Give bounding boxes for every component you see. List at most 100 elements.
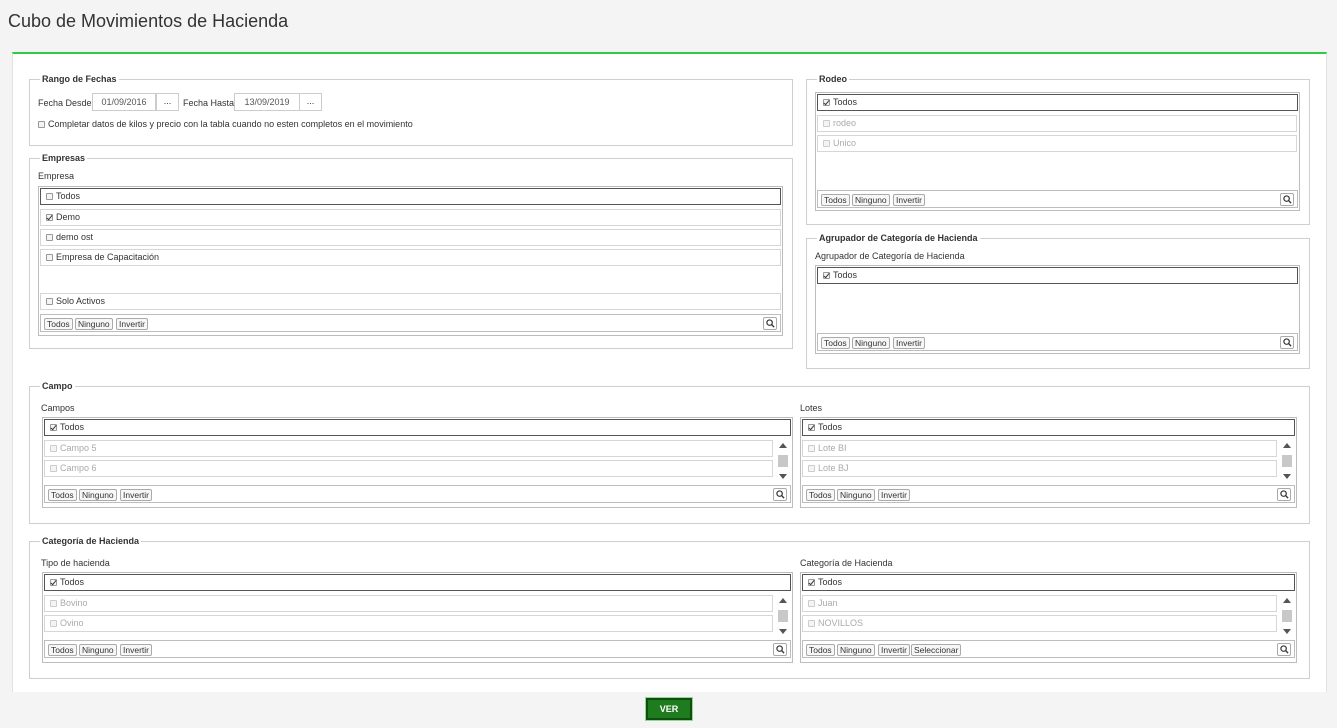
fecha-hasta-input[interactable]: 13/09/2019 [234,93,300,111]
categoria-todos-checkbox[interactable] [808,579,815,587]
categoria-hacienda-scrollbar[interactable] [1281,595,1293,637]
scroll-thumb[interactable] [778,455,788,467]
rodeo-todos-checkbox[interactable] [823,99,830,107]
empresa-demo-ost-checkbox[interactable] [46,234,53,242]
rodeo-invertir-button[interactable]: Invertir [893,194,925,206]
list-item[interactable]: Demo [40,209,781,226]
campos-invertir-button[interactable]: Invertir [120,489,152,501]
lotes-todos-option[interactable]: Todos [802,419,1295,436]
campos-todos-checkbox[interactable] [50,424,57,432]
search-icon [1280,490,1289,499]
campos-search-button[interactable] [773,488,787,501]
list-item[interactable]: Lote BI [802,440,1277,457]
categoria-todos-option[interactable]: Todos [802,574,1295,591]
bovino-checkbox[interactable] [50,600,57,608]
rodeo-search-button[interactable] [1280,193,1294,206]
rodeo-rodeo-label: rodeo [833,118,857,128]
list-item[interactable]: Unico [817,135,1297,152]
categoria-todos-button[interactable]: Todos [806,644,835,656]
tipo-hacienda-scrollbar[interactable] [777,595,789,637]
empresa-capacitacion-checkbox[interactable] [46,254,53,262]
scroll-thumb[interactable] [778,610,788,622]
lotes-todos-checkbox[interactable] [808,424,815,432]
lote-bj-checkbox[interactable] [808,465,815,473]
juan-checkbox[interactable] [808,600,815,608]
campo-5-checkbox[interactable] [50,445,57,453]
empresa-search-button[interactable] [763,317,777,330]
list-item[interactable]: Ovino [44,615,773,632]
ovino-checkbox[interactable] [50,620,57,628]
scroll-thumb[interactable] [1282,455,1292,467]
scroll-up-icon[interactable] [779,443,787,448]
solo-activos-option[interactable]: Solo Activos [40,293,781,310]
lotes-scrollbar[interactable] [1281,440,1293,482]
agrupador-todos-checkbox[interactable] [823,272,830,280]
fecha-desde-picker-button[interactable]: ... [156,93,179,111]
ovino-label: Ovino [60,618,84,628]
categoria-ninguno-button[interactable]: Ninguno [837,644,875,656]
tipo-todos-button[interactable]: Todos [48,644,77,656]
list-item[interactable]: Juan [802,595,1277,612]
list-item[interactable]: rodeo [817,115,1297,132]
list-item[interactable]: NOVILLOS [802,615,1277,632]
categoria-search-button[interactable] [1277,643,1291,656]
list-item[interactable]: demo ost [40,229,781,246]
empresa-invertir-button[interactable]: Invertir [116,318,148,330]
rodeo-todos-button[interactable]: Todos [821,194,850,206]
tipo-todos-option[interactable]: Todos [44,574,791,591]
scroll-down-icon[interactable] [1283,629,1291,634]
lotes-ninguno-button[interactable]: Ninguno [837,489,875,501]
list-item[interactable]: Bovino [44,595,773,612]
lote-bi-checkbox[interactable] [808,445,815,453]
agrupador-invertir-button[interactable]: Invertir [893,337,925,349]
completar-datos-checkbox[interactable] [38,121,45,129]
rodeo-ninguno-button[interactable]: Ninguno [852,194,890,206]
agrupador-ninguno-button[interactable]: Ninguno [852,337,890,349]
fecha-hasta-picker-button[interactable]: ... [299,93,322,111]
empresa-todos-button[interactable]: Todos [44,318,73,330]
campos-scrollbar[interactable] [777,440,789,482]
lotes-todos-button[interactable]: Todos [806,489,835,501]
novillos-checkbox[interactable] [808,620,815,628]
agrupador-todos-button[interactable]: Todos [821,337,850,349]
scroll-up-icon[interactable] [779,598,787,603]
rodeo-unico-checkbox[interactable] [823,140,830,148]
search-icon [1283,195,1292,204]
scroll-up-icon[interactable] [1283,443,1291,448]
search-icon [766,319,775,328]
scroll-down-icon[interactable] [779,474,787,479]
scroll-up-icon[interactable] [1283,598,1291,603]
campos-todos-button[interactable]: Todos [48,489,77,501]
campo-6-checkbox[interactable] [50,465,57,473]
lotes-invertir-button[interactable]: Invertir [878,489,910,501]
agrupador-todos-option[interactable]: Todos [817,267,1298,284]
scroll-down-icon[interactable] [779,629,787,634]
empresa-todos-checkbox[interactable] [46,193,53,201]
empresa-todos-option[interactable]: Todos [40,188,781,205]
tipo-ninguno-button[interactable]: Ninguno [79,644,117,656]
list-item[interactable]: Empresa de Capacitación [40,249,781,266]
tipo-search-button[interactable] [773,643,787,656]
fecha-desde-input[interactable]: 01/09/2016 [92,93,156,111]
list-item[interactable]: Lote BJ [802,460,1277,477]
lotes-search-button[interactable] [1277,488,1291,501]
tipo-invertir-button[interactable]: Invertir [120,644,152,656]
fecha-hasta-label: Fecha Hasta [183,98,235,108]
tipo-todos-checkbox[interactable] [50,579,57,587]
completar-datos-option[interactable]: Completar datos de kilos y precio con la… [38,119,413,129]
scroll-thumb[interactable] [1282,610,1292,622]
rodeo-todos-option[interactable]: Todos [817,94,1298,111]
empresa-demo-checkbox[interactable] [46,214,53,222]
rodeo-rodeo-checkbox[interactable] [823,120,830,128]
categoria-invertir-button[interactable]: Invertir [878,644,910,656]
empresa-ninguno-button[interactable]: Ninguno [75,318,113,330]
list-item[interactable]: Campo 5 [44,440,773,457]
solo-activos-checkbox[interactable] [46,298,53,306]
scroll-down-icon[interactable] [1283,474,1291,479]
campos-todos-option[interactable]: Todos [44,419,791,436]
ver-button[interactable]: VER [645,697,693,721]
categoria-seleccionar-button[interactable]: Seleccionar [911,644,962,656]
agrupador-search-button[interactable] [1280,336,1294,349]
list-item[interactable]: Campo 6 [44,460,773,477]
campos-ninguno-button[interactable]: Ninguno [79,489,117,501]
